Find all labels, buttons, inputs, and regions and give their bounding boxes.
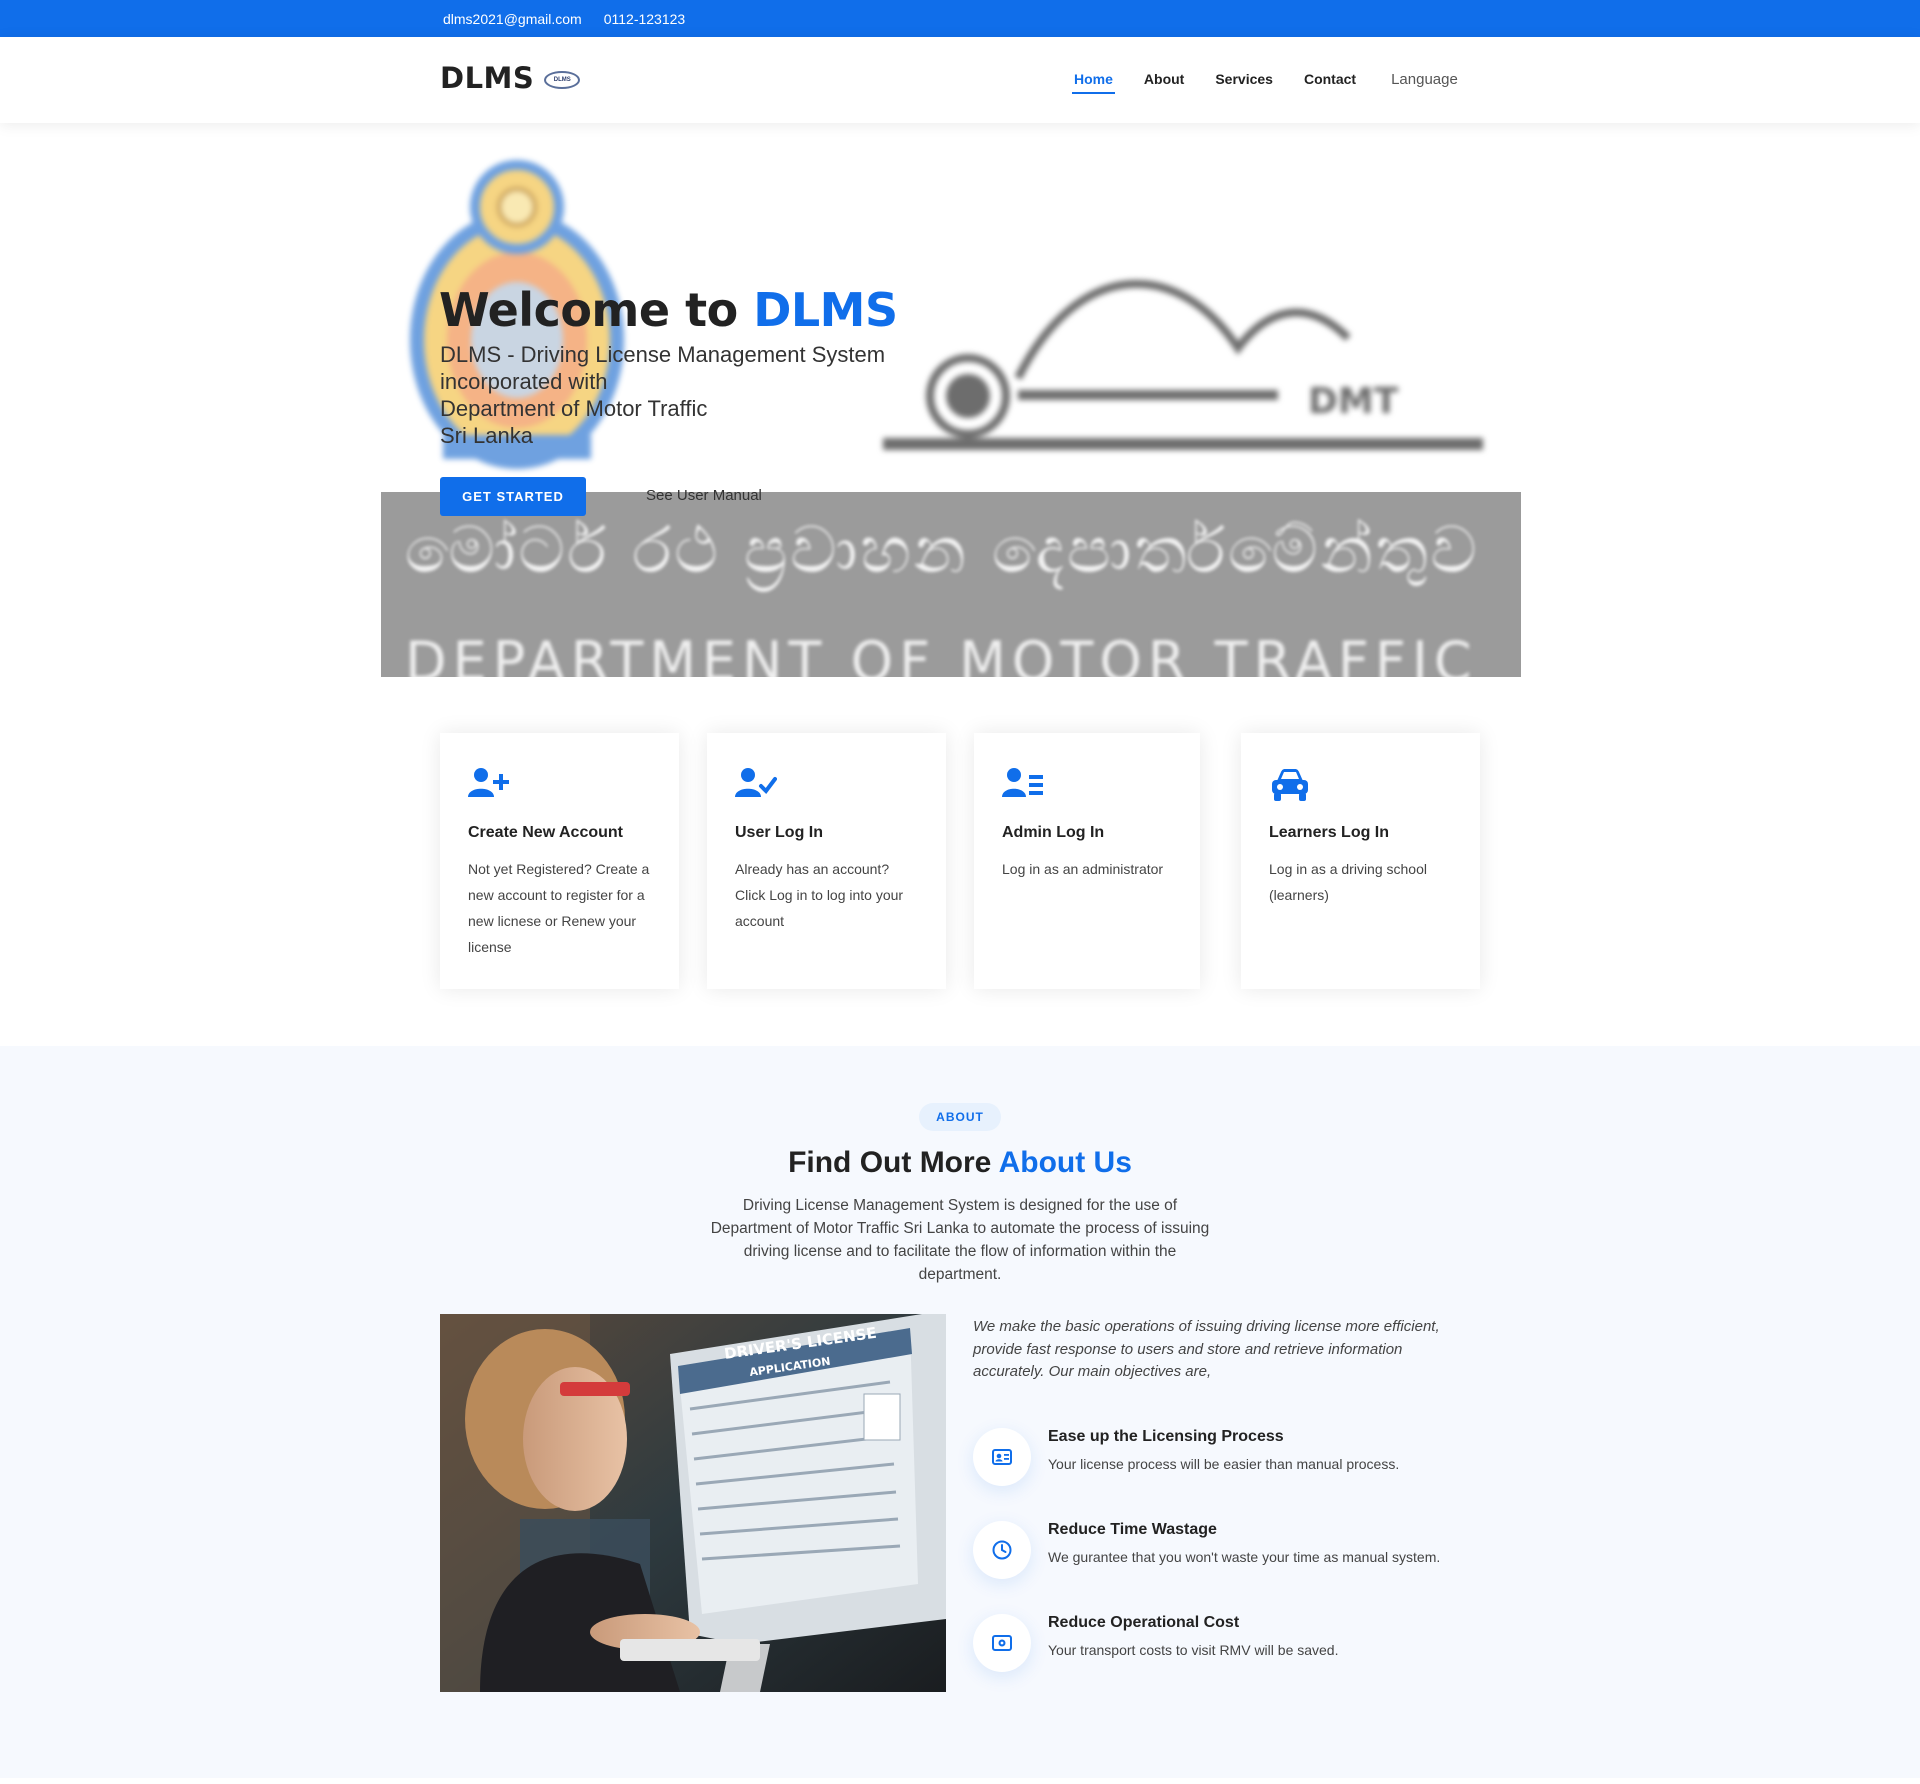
dmt-logo-text: DMT bbox=[1308, 381, 1399, 422]
objective-description: Your transport costs to visit RMV will b… bbox=[1048, 1642, 1339, 1658]
objective-title: Ease up the Licensing Process bbox=[1048, 1428, 1284, 1445]
about-title-accent: About Us bbox=[998, 1146, 1132, 1179]
about-intro: We make the basic operations of issuing … bbox=[973, 1318, 1440, 1380]
site-header: DLMS DLMS Home About Services Contact La… bbox=[0, 37, 1920, 123]
car-icon bbox=[1272, 769, 1308, 801]
user-manual-link[interactable]: See User Manual bbox=[646, 487, 762, 504]
card-title: Learners Log In bbox=[1269, 824, 1390, 841]
objective-description: We gurantee that you won't waste your ti… bbox=[1048, 1549, 1441, 1565]
license-application-photo: DRIVER'S LICENSE APPLICATION bbox=[440, 1314, 946, 1692]
hero-section: DMT මෝටර් රථ ප්‍රවාහන දෙපාර්තමේන්තුව DEP… bbox=[0, 123, 1920, 677]
objective-title: Reduce Operational Cost bbox=[1048, 1614, 1240, 1631]
about-section: ABOUT Find Out More About Us Driving Lic… bbox=[0, 1046, 1920, 1778]
nav-language[interactable]: Language bbox=[1391, 71, 1458, 94]
card-user-login[interactable]: User Log In Already has an account? Clic… bbox=[707, 733, 946, 989]
objective-title: Reduce Time Wastage bbox=[1048, 1521, 1217, 1538]
hero-subtitle: DLMS - Driving License Management System… bbox=[440, 342, 886, 448]
logo-badge: DLMS bbox=[544, 71, 581, 89]
get-started-button[interactable]: GET STARTED bbox=[440, 477, 586, 516]
money-icon bbox=[992, 1635, 1012, 1651]
card-title: Admin Log In bbox=[1002, 824, 1105, 841]
objective-icon-circle bbox=[973, 1521, 1031, 1579]
card-description: Already has an account? Click Log in to … bbox=[735, 861, 904, 929]
objective-icon-circle bbox=[973, 1614, 1031, 1672]
contact-phone[interactable]: 0112-123123 bbox=[604, 11, 685, 27]
card-learners-login[interactable]: Learners Log In Log in as a driving scho… bbox=[1241, 733, 1480, 989]
nav-contact[interactable]: Contact bbox=[1304, 71, 1356, 94]
dmt-logo-icon: DMT bbox=[883, 279, 1483, 450]
card-admin-login[interactable]: Admin Log In Log in as an administrator bbox=[974, 733, 1200, 989]
nav-services[interactable]: Services bbox=[1215, 71, 1273, 94]
nav-about[interactable]: About bbox=[1144, 71, 1184, 94]
objective-icon-circle bbox=[973, 1428, 1031, 1486]
user-list-icon bbox=[1002, 768, 1043, 797]
site-logo[interactable]: DLMS DLMS bbox=[440, 61, 581, 95]
card-description: Log in as an administrator bbox=[1002, 861, 1164, 877]
contact-info: dlms2021@gmail.com 0112-123123 bbox=[443, 11, 685, 27]
id-card-icon bbox=[992, 1449, 1012, 1465]
banner-sinhala-text: මෝටර් රථ ප්‍රවාහන දෙපාර්තමේන්තුව bbox=[405, 514, 1480, 588]
card-create-account[interactable]: Create New Account Not yet Registered? C… bbox=[440, 733, 679, 989]
contact-email[interactable]: dlms2021@gmail.com bbox=[443, 11, 582, 27]
card-title: User Log In bbox=[735, 824, 824, 841]
user-plus-icon bbox=[468, 768, 509, 797]
logo-text: DLMS bbox=[440, 61, 535, 95]
card-description: Not yet Registered? Create a new account… bbox=[468, 861, 650, 955]
department-banner: මෝටර් රථ ප්‍රවාහන දෙපාර්තමේන්තුව DEPARTM… bbox=[381, 492, 1521, 677]
card-title: Create New Account bbox=[468, 824, 623, 841]
about-pill: ABOUT bbox=[919, 1103, 1001, 1131]
user-check-icon bbox=[735, 768, 777, 797]
objective-description: Your license process will be easier than… bbox=[1048, 1456, 1400, 1472]
about-title: Find Out More About Us bbox=[788, 1146, 1132, 1179]
clock-icon bbox=[992, 1540, 1012, 1560]
hero-title-accent: DLMS bbox=[753, 283, 898, 337]
nav-home[interactable]: Home bbox=[1072, 71, 1115, 94]
hero-title: Welcome to DLMS bbox=[439, 283, 898, 337]
card-description: Log in as a driving school (learners) bbox=[1269, 861, 1427, 903]
top-bar: dlms2021@gmail.com 0112-123123 bbox=[0, 0, 1920, 37]
about-description: Driving License Management System is des… bbox=[710, 1197, 1210, 1283]
main-nav: Home About Services Contact Language bbox=[1072, 71, 1489, 94]
banner-english-text: DEPARTMENT OF MOTOR TRAFFIC bbox=[405, 630, 1478, 677]
